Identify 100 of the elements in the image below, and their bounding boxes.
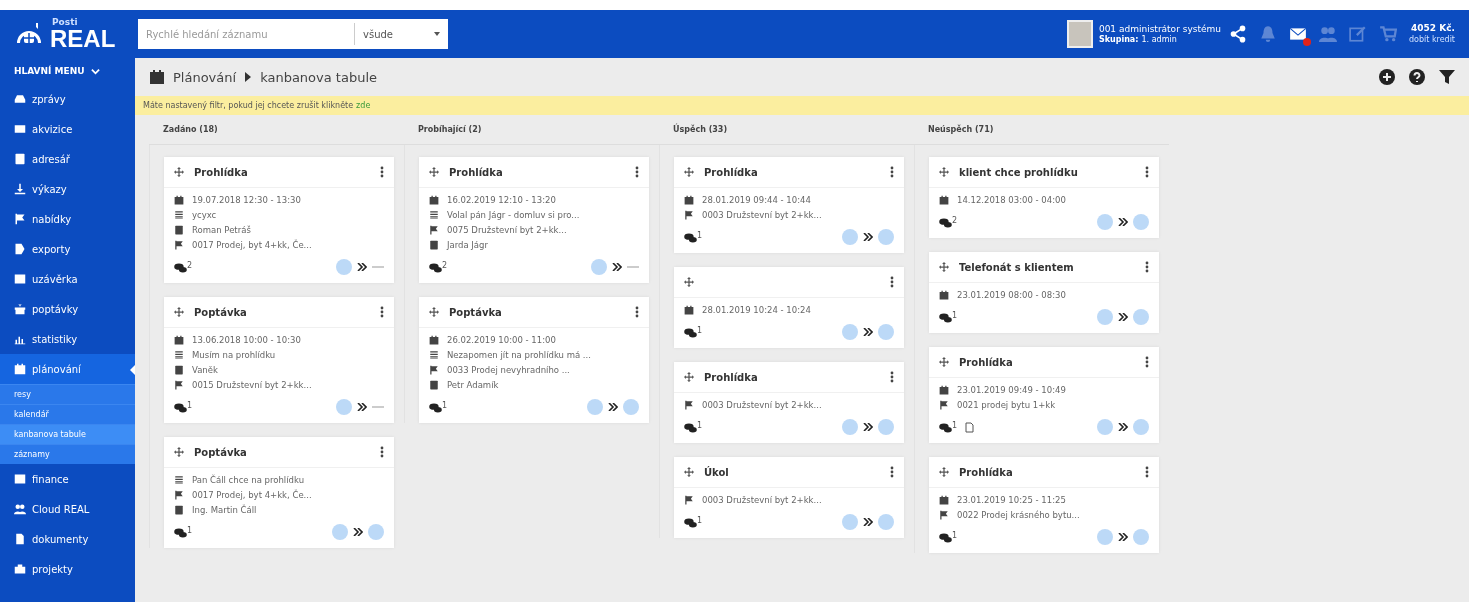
card-date: 26.02.2019 10:00 - 11:00 xyxy=(447,335,556,345)
task-card[interactable]: Prohlídka 23.01.2019 10:25 - 11:25 0022 Prodej krásného bytu... 1 xyxy=(929,457,1159,553)
card-property: 0017 Prodej, byt 4+kk, Če... xyxy=(192,240,312,250)
brand-tagline: Posti xyxy=(52,17,79,27)
task-card[interactable]: Poptávka 13.06.2018 10:00 - 10:30 Musím na prohlídku Vaněk 0015 Družstevní byt 2+kk... 1 xyxy=(164,297,394,423)
sidebar-item[interactable]: nabídky xyxy=(0,204,135,234)
sidebar-item[interactable]: projekty xyxy=(0,554,135,584)
card-date: 23.01.2019 08:00 - 08:30 xyxy=(957,290,1066,300)
task-card[interactable]: klient chce prohlídku 14.12.2018 03:00 - 04:00 2 xyxy=(929,157,1159,238)
chevron-right-icon xyxy=(244,72,253,82)
help-icon[interactable] xyxy=(1409,69,1425,85)
flag-icon xyxy=(939,510,949,520)
task-card[interactable]: Prohlídka 16.02.2019 12:10 - 13:20 Volal pán Jágr - domluv si pro... 0075 Družstevní byt 2+kk... Jarda Jágr 2 xyxy=(419,157,649,283)
comment-count: 2 xyxy=(187,261,193,270)
move-icon[interactable] xyxy=(939,467,949,477)
note-icon xyxy=(174,350,184,360)
sidebar-subitem[interactable]: kalendář xyxy=(0,404,135,424)
card-title: Prohlídka xyxy=(449,166,503,178)
calendar-icon xyxy=(174,195,184,205)
double-chevron-icon xyxy=(612,263,622,271)
comments-icon xyxy=(174,401,187,413)
move-icon[interactable] xyxy=(684,167,694,177)
card-note: Volal pán Jágr - domluv si pro... xyxy=(447,210,580,220)
sidebar-subitem[interactable]: záznamy xyxy=(0,444,135,464)
card-property: 0022 Prodej krásného bytu... xyxy=(957,510,1080,520)
card-note: Musím na prohlídku xyxy=(192,350,276,360)
sidebar-item[interactable]: plánování xyxy=(0,354,135,384)
more-options-icon[interactable] xyxy=(1145,356,1149,368)
more-options-icon[interactable] xyxy=(890,276,894,288)
move-icon[interactable] xyxy=(429,307,439,317)
chevron-down-icon xyxy=(90,66,100,76)
top-up-link[interactable]: dobít kredit xyxy=(1408,34,1455,46)
card-note: Nezapomen jít na prohlídku má ... xyxy=(447,350,591,360)
card-title: Poptávka xyxy=(194,446,247,458)
sidebar-item[interactable]: uzávěrka xyxy=(0,264,135,294)
double-chevron-icon xyxy=(353,528,363,536)
sidebar-item[interactable]: dokumenty xyxy=(0,524,135,554)
comments-icon xyxy=(684,421,697,433)
task-card[interactable]: Poptávka 26.02.2019 10:00 - 11:00 Nezapomen jít na prohlídku má ... 0033 Prodej nevyhradního ... Petr Adamík 1 xyxy=(419,297,649,423)
more-options-icon[interactable] xyxy=(380,306,384,318)
breadcrumb-section[interactable]: Plánování xyxy=(173,69,237,85)
more-options-icon[interactable] xyxy=(890,166,894,178)
double-chevron-icon xyxy=(863,233,873,241)
more-options-icon[interactable] xyxy=(380,166,384,178)
comment-count: 1 xyxy=(697,421,703,430)
card-property: 0021 prodej bytu 1+kk xyxy=(957,400,1056,410)
more-options-icon[interactable] xyxy=(635,166,639,178)
more-options-icon[interactable] xyxy=(890,371,894,383)
task-card[interactable]: Prohlídka 0003 Družstevní byt 2+kk... 1 xyxy=(674,362,904,443)
user-avatar[interactable] xyxy=(1066,20,1093,48)
share-icon[interactable] xyxy=(1228,25,1247,43)
more-options-icon[interactable] xyxy=(635,306,639,318)
sidebar-item[interactable]: adresář xyxy=(0,144,135,174)
double-chevron-icon xyxy=(608,403,618,411)
document-icon[interactable] xyxy=(965,421,975,433)
task-card[interactable]: 28.01.2019 10:24 - 10:24 1 xyxy=(674,267,904,348)
calendar-icon xyxy=(429,335,439,345)
more-options-icon[interactable] xyxy=(890,466,894,478)
card-title: Poptávka xyxy=(194,306,247,318)
move-icon[interactable] xyxy=(174,167,184,177)
filter-icon[interactable] xyxy=(1439,69,1455,85)
move-icon[interactable] xyxy=(684,372,694,382)
move-icon[interactable] xyxy=(684,277,694,287)
move-icon[interactable] xyxy=(174,307,184,317)
move-icon[interactable] xyxy=(939,167,949,177)
comment-count: 1 xyxy=(187,526,193,535)
sidebar-item[interactable]: výkazy xyxy=(0,174,135,204)
column-title: Probíhající (2) xyxy=(404,115,659,145)
sidebar-item[interactable]: exporty xyxy=(0,234,135,264)
move-icon[interactable] xyxy=(939,262,949,272)
move-icon[interactable] xyxy=(684,467,694,477)
sidebar-item[interactable]: Cloud REAL xyxy=(0,494,135,524)
page-title: kanbanova tabule xyxy=(260,69,377,85)
sidebar-item[interactable]: poptávky xyxy=(0,294,135,324)
sidebar-item[interactable]: statistiky xyxy=(0,324,135,354)
add-icon[interactable] xyxy=(1379,69,1395,85)
task-card[interactable]: Prohlídka 28.01.2019 09:44 - 10:44 0003 Družstevní byt 2+kk... 1 xyxy=(674,157,904,253)
move-icon[interactable] xyxy=(939,357,949,367)
more-options-icon[interactable] xyxy=(1145,261,1149,273)
task-card[interactable]: Prohlídka 23.01.2019 09:49 - 10:49 0021 prodej bytu 1+kk 1 xyxy=(929,347,1159,443)
more-options-icon[interactable] xyxy=(1145,166,1149,178)
scope-dropdown[interactable]: všude xyxy=(354,23,448,45)
task-card[interactable]: Telefonát s klientem 23.01.2019 08:00 - 08:30 1 xyxy=(929,252,1159,333)
sidebar-subitem[interactable]: resy xyxy=(0,384,135,404)
sidebar-item[interactable]: akvizice xyxy=(0,114,135,144)
search-field[interactable]: Rychlé hledání záznamu všude xyxy=(138,19,448,49)
move-icon[interactable] xyxy=(174,447,184,457)
card-property: 0015 Družstevní byt 2+kk... xyxy=(192,380,312,390)
more-options-icon[interactable] xyxy=(380,446,384,458)
double-chevron-icon xyxy=(863,518,873,526)
card-property: 0003 Družstevní byt 2+kk... xyxy=(702,400,822,410)
task-card[interactable]: Úkol 0003 Družstevní byt 2+kk... 1 xyxy=(674,457,904,538)
flag-icon xyxy=(14,213,26,225)
sidebar-item[interactable]: zprávy xyxy=(0,84,135,114)
sidebar-item[interactable]: finance xyxy=(0,464,135,494)
calendar-icon xyxy=(684,305,694,315)
task-card[interactable]: Poptávka Pan Čáll chce na prohlídku 0017 Prodej, byt 4+kk, Če... Ing. Martin Čáll 1 xyxy=(164,437,394,548)
more-options-icon[interactable] xyxy=(1145,466,1149,478)
move-icon[interactable] xyxy=(429,167,439,177)
task-card[interactable]: Prohlídka 19.07.2018 12:30 - 13:30 ycyxc Roman Petráš 0017 Prodej, byt 4+kk, Če... 2 xyxy=(164,157,394,283)
